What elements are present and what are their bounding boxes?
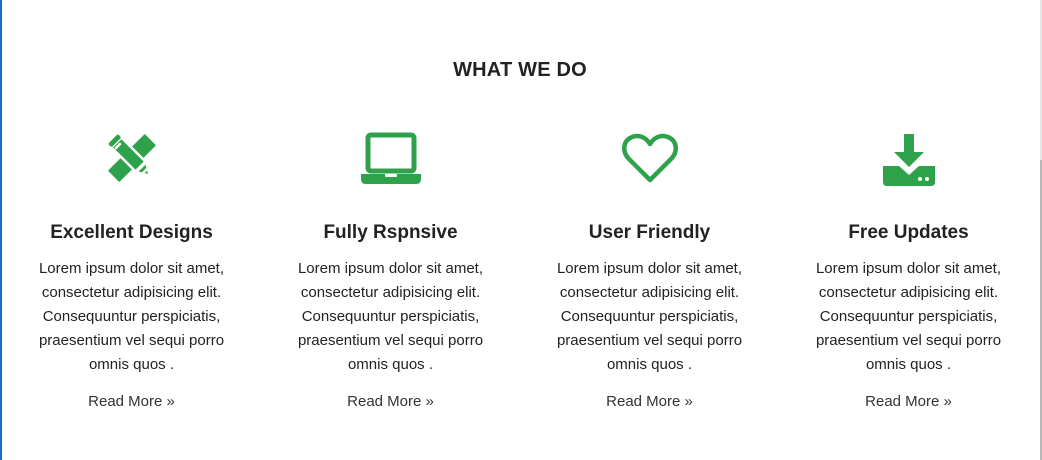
feature-card-designs: Excellent Designs Lorem ipsum dolor sit … bbox=[2, 128, 261, 411]
feature-description: Lorem ipsum dolor sit amet, consectetur … bbox=[556, 260, 743, 373]
feature-description: Lorem ipsum dolor sit amet, consectetur … bbox=[815, 260, 1002, 373]
laptop-icon bbox=[285, 128, 496, 188]
read-more-link[interactable]: Read More » bbox=[347, 393, 434, 410]
feature-card-responsive: Fully Rspnsive Lorem ipsum dolor sit ame… bbox=[261, 128, 520, 411]
read-more-link[interactable]: Read More » bbox=[88, 393, 175, 410]
feature-card-updates: Free Updates Lorem ipsum dolor sit amet,… bbox=[779, 128, 1038, 411]
feature-title: Free Updates bbox=[848, 222, 969, 243]
heart-icon bbox=[544, 128, 755, 188]
features-row: Excellent Designs Lorem ipsum dolor sit … bbox=[2, 128, 1038, 411]
feature-description: Lorem ipsum dolor sit amet, consectetur … bbox=[297, 260, 484, 373]
pencil-ruler-icon bbox=[26, 128, 237, 188]
feature-description: Lorem ipsum dolor sit amet, consectetur … bbox=[38, 260, 225, 373]
feature-title: Fully Rspnsive bbox=[323, 222, 458, 243]
section-title: WHAT WE DO bbox=[453, 58, 587, 81]
download-icon bbox=[803, 128, 1014, 188]
read-more-link[interactable]: Read More » bbox=[606, 393, 693, 410]
feature-card-friendly: User Friendly Lorem ipsum dolor sit amet… bbox=[520, 128, 779, 411]
read-more-link[interactable]: Read More » bbox=[865, 393, 952, 410]
feature-title: Excellent Designs bbox=[50, 222, 213, 243]
feature-title: User Friendly bbox=[588, 222, 711, 243]
